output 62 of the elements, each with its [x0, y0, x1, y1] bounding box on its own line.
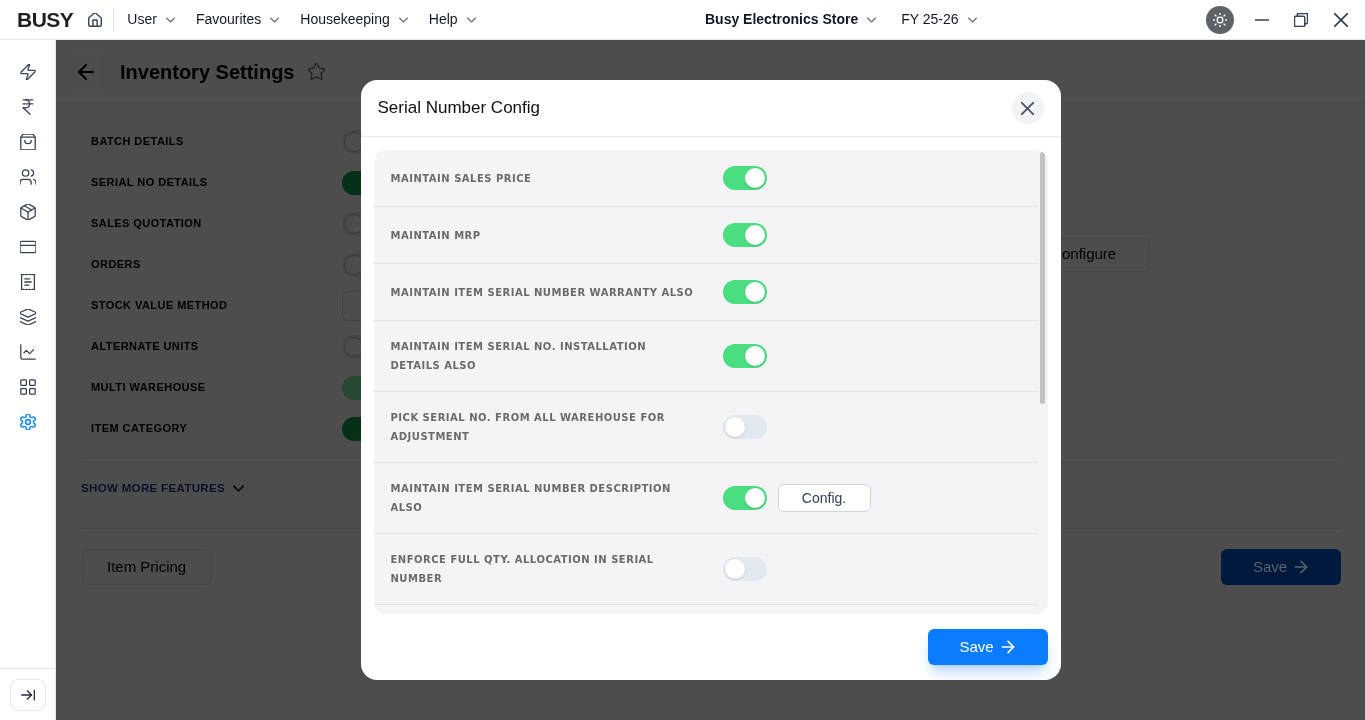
- app-logo: BUSY: [17, 9, 74, 30]
- setting-label: STOCK VALUE METHOD: [91, 298, 229, 314]
- toggle-switch[interactable]: [722, 166, 767, 190]
- menu-item[interactable]: Help: [428, 9, 476, 30]
- toggle-switch[interactable]: [722, 557, 767, 581]
- page-title: Inventory Settings: [120, 59, 295, 85]
- setting-label: ORDERS: [91, 257, 142, 273]
- toggle-switch[interactable]: [342, 334, 361, 359]
- close-icon[interactable]: [1334, 12, 1348, 27]
- minimize-icon[interactable]: [1255, 18, 1269, 21]
- chevron-down-icon: [867, 16, 877, 23]
- toggle-switch[interactable]: [342, 129, 361, 154]
- chevron-down-icon: [233, 484, 244, 492]
- toggle-switch[interactable]: [342, 170, 361, 195]
- close-button[interactable]: [1011, 92, 1044, 124]
- option-label: ENFORCE FULL QTY. ALLOCATION IN SERIAL NUMBER: [390, 553, 655, 586]
- menu-item[interactable]: Favourites: [195, 9, 280, 30]
- option-label: MAINTAIN SALES PRICE: [390, 171, 533, 186]
- sun-icon: [1213, 12, 1227, 27]
- arrow-right-icon: [999, 639, 1016, 655]
- dialog-title: Serial Number Config: [377, 97, 540, 120]
- toggle-switch[interactable]: [722, 344, 767, 368]
- setting-label: ITEM CATEGORY: [91, 421, 189, 437]
- chevron-down-icon: [270, 16, 280, 23]
- toggle-switch[interactable]: [342, 252, 361, 277]
- arrow-to-line-icon: [20, 688, 35, 702]
- chevron-down-icon: [398, 16, 408, 23]
- toggle-switch[interactable]: [342, 211, 361, 236]
- back-button[interactable]: [68, 53, 104, 90]
- restore-icon[interactable]: [1294, 12, 1308, 27]
- option-label: MAINTAIN ITEM SERIAL NUMBER DESCRIPTION ALSO: [390, 482, 672, 515]
- toggle-switch[interactable]: [342, 416, 361, 441]
- setting-label: BATCH DETAILS: [91, 134, 185, 150]
- arrow-right-icon: [1293, 559, 1310, 575]
- option-label: MAINTAIN MRP: [390, 228, 482, 243]
- toggle-switch[interactable]: [722, 415, 767, 439]
- dialog-save-button[interactable]: Save: [927, 629, 1048, 665]
- chevron-down-icon: [466, 16, 476, 23]
- option-label: MAINTAIN ITEM SERIAL NO. INSTALLATION DETAILS ALSO: [390, 340, 648, 373]
- toggle-switch[interactable]: [722, 223, 767, 247]
- option-label: PICK SERIAL NO. FROM ALL WAREHOUSE FOR ADJUSTMENT: [390, 411, 666, 444]
- menu-item[interactable]: User: [127, 9, 175, 30]
- setting-label: SALES QUOTATION: [91, 216, 203, 232]
- fiscal-year-selector[interactable]: FY 25-26: [901, 9, 977, 30]
- toggle-switch[interactable]: [722, 280, 767, 304]
- company-selector[interactable]: Busy Electronics Store: [705, 9, 877, 30]
- theme-toggle-button[interactable]: [1206, 5, 1234, 34]
- toggle-switch[interactable]: [722, 486, 767, 510]
- option-label: MAINTAIN ITEM SERIAL NUMBER WARRANTY ALSO: [390, 285, 695, 300]
- setting-label: MULTI WAREHOUSE: [91, 380, 207, 396]
- select-field[interactable]: [342, 290, 361, 321]
- config-button[interactable]: Config.: [777, 484, 871, 512]
- chevron-down-icon: [165, 16, 175, 23]
- setting-label: ALTERNATE UNITS: [91, 339, 200, 355]
- collapse-sidebar-button[interactable]: [9, 679, 46, 711]
- setting-label: SERIAL NO DETAILS: [91, 175, 209, 191]
- chevron-down-icon: [967, 16, 977, 23]
- scrollbar-thumb[interactable]: [1040, 152, 1045, 404]
- menu-item[interactable]: Housekeeping: [300, 9, 408, 30]
- star-icon[interactable]: [308, 63, 326, 80]
- home-icon[interactable]: [88, 12, 103, 27]
- close-icon: [1021, 101, 1034, 115]
